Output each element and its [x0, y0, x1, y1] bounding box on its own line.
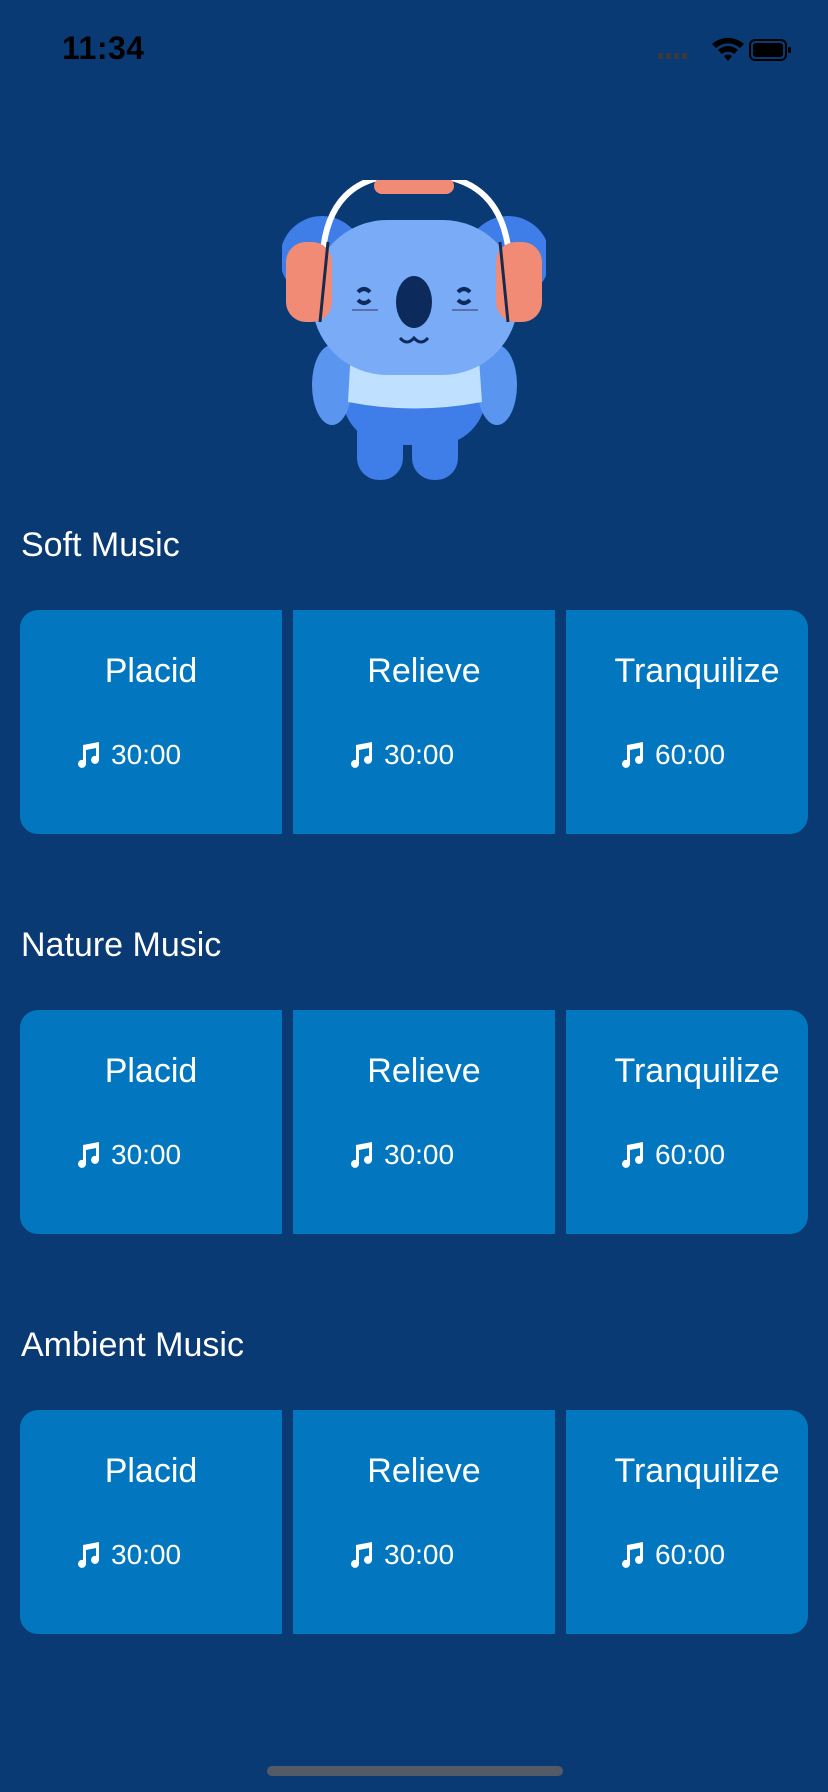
- music-card[interactable]: Tranquilize 60:00: [566, 1410, 808, 1634]
- signal-icon: [658, 53, 687, 59]
- card-duration: 30:00: [384, 739, 455, 770]
- card-meta: 30:00: [347, 1138, 454, 1172]
- battery-icon: [749, 39, 791, 61]
- music-card[interactable]: Placid 30:00: [20, 610, 282, 834]
- card-meta: 30:00: [74, 1538, 181, 1572]
- music-note-icon: [78, 1142, 99, 1168]
- koala-headphones-icon: [282, 180, 546, 480]
- music-card[interactable]: Tranquilize 60:00: [566, 1010, 808, 1234]
- status-icons: [658, 37, 791, 61]
- card-meta: 60:00: [618, 738, 725, 772]
- card-duration: 30:00: [111, 739, 182, 770]
- music-note-icon: [622, 1142, 643, 1168]
- music-card[interactable]: Relieve 30:00: [293, 1410, 555, 1634]
- section-title-ambient-music: Ambient Music: [21, 1326, 244, 1364]
- home-indicator[interactable]: [267, 1766, 563, 1776]
- card-meta: 30:00: [74, 738, 181, 772]
- card-duration: 60:00: [655, 1539, 726, 1570]
- card-meta: 30:00: [347, 738, 454, 772]
- card-duration: 60:00: [655, 739, 726, 770]
- music-note-icon: [351, 1142, 372, 1168]
- card-row-ambient-music: Placid 30:00 Relieve 30:00 Tranquilize 6…: [20, 1410, 808, 1634]
- card-duration: 30:00: [384, 1139, 455, 1170]
- section-title-soft-music: Soft Music: [21, 526, 180, 564]
- card-title: Tranquilize: [614, 652, 780, 690]
- music-card[interactable]: Placid 30:00: [20, 1410, 282, 1634]
- card-title: Placid: [104, 652, 198, 690]
- music-note-icon: [622, 742, 643, 768]
- music-card[interactable]: Relieve 30:00: [293, 1010, 555, 1234]
- card-title: Relieve: [367, 1052, 481, 1090]
- status-bar: 11:34: [0, 0, 828, 100]
- music-note-icon: [622, 1542, 643, 1568]
- card-title: Tranquilize: [614, 1452, 780, 1490]
- music-card[interactable]: Placid 30:00: [20, 1010, 282, 1234]
- card-title: Placid: [104, 1052, 198, 1090]
- card-row-nature-music: Placid 30:00 Relieve 30:00 Tranquilize 6…: [20, 1010, 808, 1234]
- card-duration: 60:00: [655, 1139, 726, 1170]
- music-note-icon: [78, 1542, 99, 1568]
- card-meta: 60:00: [618, 1138, 725, 1172]
- card-title: Relieve: [367, 1452, 481, 1490]
- music-note-icon: [351, 742, 372, 768]
- card-duration: 30:00: [111, 1539, 182, 1570]
- card-row-soft-music: Placid 30:00 Relieve 30:00 Tranquilize 6…: [20, 610, 808, 834]
- card-duration: 30:00: [111, 1139, 182, 1170]
- music-card[interactable]: Relieve 30:00: [293, 610, 555, 834]
- wifi-icon: [712, 37, 744, 61]
- section-title-nature-music: Nature Music: [21, 926, 222, 964]
- music-card[interactable]: Tranquilize 60:00: [566, 610, 808, 834]
- status-time: 11:34: [62, 30, 145, 66]
- card-title: Placid: [104, 1452, 198, 1490]
- card-meta: 60:00: [618, 1538, 725, 1572]
- card-title: Tranquilize: [614, 1052, 780, 1090]
- music-note-icon: [351, 1542, 372, 1568]
- card-title: Relieve: [367, 652, 481, 690]
- music-note-icon: [78, 742, 99, 768]
- card-meta: 30:00: [74, 1138, 181, 1172]
- card-duration: 30:00: [384, 1539, 455, 1570]
- card-meta: 30:00: [347, 1538, 454, 1572]
